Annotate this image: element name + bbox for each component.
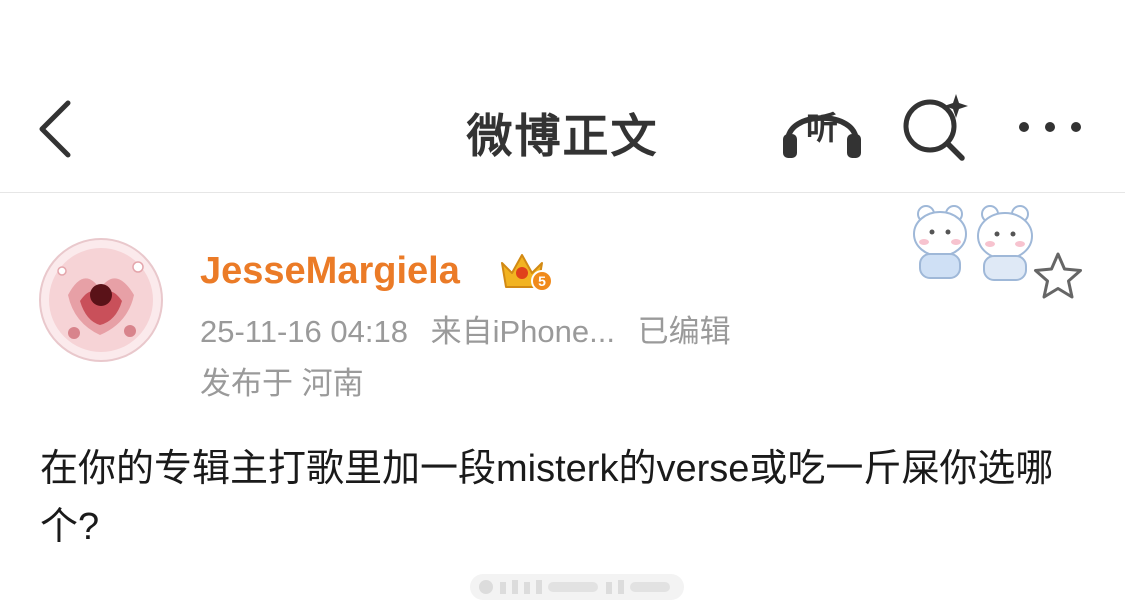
- vip-crown-badge[interactable]: 5: [498, 249, 554, 293]
- bear-sticker-decoration: [904, 200, 1044, 284]
- post-location: 发布于 河南: [200, 366, 364, 401]
- avatar[interactable]: [38, 237, 164, 363]
- more-dots-icon: [1019, 122, 1081, 132]
- badge-level: 5: [538, 273, 546, 289]
- more-options-button[interactable]: [1014, 112, 1086, 142]
- listen-label: 听: [805, 109, 838, 147]
- edited-label[interactable]: 已编辑: [638, 314, 731, 349]
- favorite-star-icon[interactable]: [1030, 250, 1086, 302]
- header-divider: [0, 192, 1125, 193]
- top-nav-bar: 微博正文 听: [0, 0, 1125, 193]
- search-icon: [903, 94, 968, 161]
- author-name[interactable]: JesseMargiela: [200, 246, 460, 296]
- post-text: 在你的专辑主打歌里加一段misterk的verse或吃一斤屎你选哪个?: [40, 448, 1054, 548]
- post-meta: 25-11-16 04:18 来自iPhone... 已编辑: [200, 310, 745, 354]
- post-source[interactable]: 来自iPhone...: [431, 314, 615, 349]
- image-watermark: [468, 566, 686, 606]
- post-timestamp: 25-11-16 04:18: [200, 314, 408, 349]
- search-button[interactable]: [900, 92, 974, 162]
- listen-button[interactable]: 听: [780, 96, 864, 162]
